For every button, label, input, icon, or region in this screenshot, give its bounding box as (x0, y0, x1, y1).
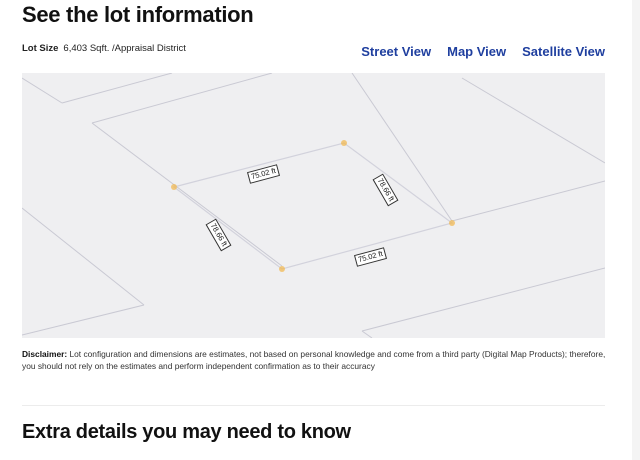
street-line (351, 73, 453, 222)
lot-vertex (449, 220, 455, 226)
section-divider (22, 405, 605, 406)
map-view-tabs: Street View Map View Satellite View (361, 43, 605, 61)
lot-vertex (341, 140, 347, 146)
lot-size-label: Lot Size (22, 43, 59, 54)
scrollbar-track[interactable] (632, 0, 640, 460)
street-line (461, 77, 605, 164)
street-line (22, 304, 145, 336)
disclaimer-text: Lot configuration and dimensions are est… (22, 349, 606, 371)
disclaimer-label: Disclaimer: (22, 349, 68, 359)
street-line (361, 267, 605, 332)
lot-vertex (279, 266, 285, 272)
street-line (91, 73, 273, 124)
lot-vertex (171, 184, 177, 190)
street-line (61, 73, 173, 104)
lot-boundary (172, 142, 454, 270)
satellite-view-link[interactable]: Satellite View (522, 43, 605, 61)
street-view-link[interactable]: Street View (361, 43, 431, 61)
lot-map[interactable]: 75.02 ft 78.66 ft 78.66 ft 75.02 ft (22, 73, 605, 338)
street-line (22, 207, 145, 306)
lot-size: Lot Size 6,403 Sqft. /Appraisal District (22, 43, 186, 54)
lot-map-lines (22, 73, 605, 338)
map-view-link[interactable]: Map View (447, 43, 506, 61)
disclaimer: Disclaimer: Lot configuration and dimens… (22, 348, 612, 372)
extra-details-title: Extra details you may need to know (22, 421, 351, 443)
street-line (22, 77, 63, 104)
lot-size-value: 6,403 Sqft. /Appraisal District (63, 43, 186, 54)
street-line (451, 180, 605, 222)
street-line (361, 330, 373, 338)
street-line (91, 122, 283, 267)
lot-section-title: See the lot information (22, 2, 254, 27)
